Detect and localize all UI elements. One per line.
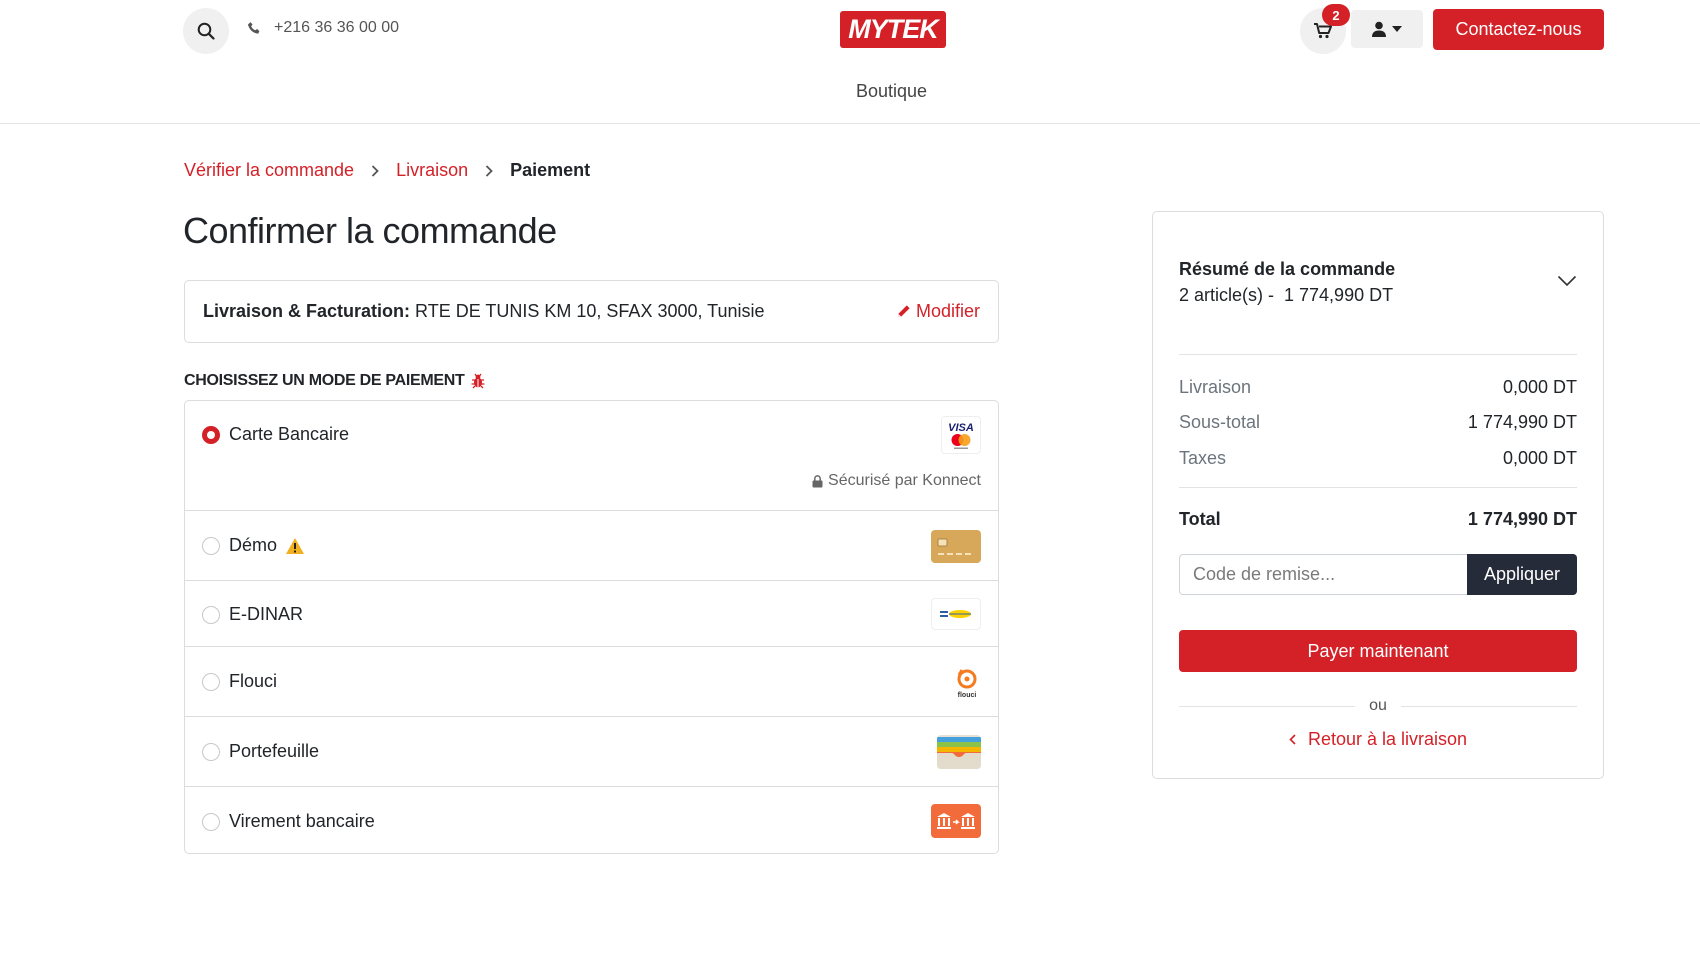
payment-option-carte-bancaire[interactable]: Carte Bancaire VISA Sécurisé par Konnect: [185, 401, 998, 511]
payment-option-edinar[interactable]: E-DINAR: [185, 581, 998, 647]
pay-now-button[interactable]: Payer maintenant: [1179, 630, 1577, 672]
divider: [1179, 705, 1356, 707]
secure-text: Sécurisé par Konnect: [828, 472, 981, 489]
coupon-form: Appliquer: [1179, 554, 1577, 595]
logo-text: MYTEK: [848, 14, 938, 44]
pencil-icon: [898, 305, 910, 317]
divider: [1179, 354, 1577, 355]
breadcrumb-delivery[interactable]: Livraison: [396, 160, 468, 181]
user-icon: [1372, 21, 1386, 37]
row-label: Sous-total: [1179, 412, 1261, 432]
payment-heading: CHOISISSEZ UN MODE DE PAIEMENT: [184, 372, 486, 390]
row-value: 0,000 DT: [1502, 377, 1577, 397]
search-icon: [197, 22, 215, 40]
warning-icon: [286, 537, 305, 554]
payment-option-virement-bancaire[interactable]: Virement bancaire: [185, 787, 998, 855]
account-dropdown[interactable]: [1351, 10, 1423, 48]
divider: [1400, 705, 1578, 707]
wallet-icon: [937, 735, 981, 769]
breadcrumb-payment: Paiement: [510, 160, 591, 180]
page-title: Confirmer la commande: [183, 210, 557, 251]
bug-icon: [471, 373, 485, 389]
payment-label: Virement bancaire: [229, 811, 375, 831]
breadcrumb-review-order[interactable]: Vérifier la commande: [184, 160, 354, 181]
row-value: 1 774,990 DT: [1467, 412, 1577, 432]
bank-transfer-icon: [931, 804, 981, 838]
payment-label: Démo: [229, 535, 305, 556]
chevron-right-icon: [371, 164, 379, 177]
contact-button[interactable]: Contactez-nous: [1433, 9, 1604, 50]
payment-method-list: Carte Bancaire VISA Sécurisé par Konnect…: [184, 400, 999, 854]
total-value: 1 774,990 DT: [1467, 509, 1577, 529]
caret-down-icon: [1392, 26, 1402, 32]
summary-row-subtotal: Sous-total 1 774,990 DT: [1179, 412, 1577, 433]
payment-option-flouci[interactable]: Flouci flouci: [185, 647, 998, 717]
payment-label: Carte Bancaire: [229, 424, 350, 444]
edinar-icon: [931, 598, 981, 630]
modify-label: Modifier: [915, 301, 980, 321]
phone-contact[interactable]: +216 36 36 00 00: [247, 19, 399, 37]
radio-edinar[interactable]: [202, 606, 220, 624]
summary-title: Résumé de la commande: [1179, 259, 1396, 279]
logo[interactable]: MYTEK: [840, 11, 946, 48]
or-text: ou: [1369, 697, 1387, 714]
radio-flouci[interactable]: [202, 673, 220, 691]
search-button[interactable]: [183, 8, 229, 54]
radio-demo[interactable]: [202, 537, 220, 555]
site-header: +216 36 36 00 00 MYTEK Boutique 2 Contac…: [0, 0, 1700, 124]
visa-mastercard-icon: VISA: [941, 416, 981, 454]
summary-total: Total 1 774,990 DT: [1179, 509, 1577, 530]
radio-portefeuille[interactable]: [202, 743, 220, 761]
back-label: Retour à la livraison: [1307, 729, 1468, 749]
back-to-delivery-link[interactable]: Retour à la livraison: [1153, 729, 1603, 750]
cart-count-badge: 2: [1322, 4, 1350, 26]
credit-card-icon: [931, 530, 981, 563]
or-separator: ou: [1179, 697, 1578, 715]
flouci-icon: flouci: [941, 663, 981, 701]
address-label: Livraison & Facturation:: [203, 301, 411, 321]
radio-carte-bancaire[interactable]: [202, 426, 220, 444]
summary-items-total: 2 article(s) - 1 774,990 DT: [1179, 285, 1394, 305]
secure-by-konnect: Sécurisé par Konnect: [812, 472, 981, 490]
nav-boutique[interactable]: Boutique: [856, 81, 927, 102]
chevron-left-icon: [1289, 734, 1296, 745]
order-summary: Résumé de la commande 2 article(s) - 1 7…: [1152, 211, 1604, 779]
phone-icon: [247, 21, 260, 34]
payment-label: Flouci: [229, 671, 278, 691]
row-label: Taxes: [1179, 448, 1227, 468]
row-label: Livraison: [1179, 377, 1252, 397]
payment-label: E-DINAR: [229, 604, 304, 624]
address-value: RTE DE TUNIS KM 10, SFAX 3000, Tunisie: [415, 301, 765, 321]
breadcrumb: Vérifier la commande Livraison Paiement: [184, 160, 590, 181]
discount-code-input[interactable]: [1179, 554, 1467, 595]
summary-row-taxes: Taxes 0,000 DT: [1179, 448, 1577, 469]
divider: [1179, 487, 1577, 488]
chevron-right-icon: [485, 164, 493, 177]
total-label: Total: [1179, 509, 1221, 529]
payment-heading-text: CHOISISSEZ UN MODE DE PAIEMENT: [184, 372, 465, 389]
svg-text:flouci: flouci: [958, 692, 977, 699]
radio-virement-bancaire[interactable]: [202, 813, 220, 831]
payment-option-portefeuille[interactable]: Portefeuille: [185, 717, 998, 787]
row-value: 0,000 DT: [1502, 448, 1577, 468]
payment-label: Portefeuille: [229, 741, 320, 761]
payment-option-demo[interactable]: Démo: [185, 511, 998, 581]
chevron-down-icon[interactable]: [1557, 274, 1577, 292]
modify-address-link[interactable]: Modifier: [896, 301, 980, 322]
phone-number: +216 36 36 00 00: [274, 19, 400, 36]
svg-text:VISA: VISA: [948, 422, 974, 434]
demo-label: Démo: [229, 535, 278, 555]
address-text: Livraison & Facturation: RTE DE TUNIS KM…: [203, 301, 765, 322]
apply-coupon-button[interactable]: Appliquer: [1467, 554, 1577, 595]
summary-row-delivery: Livraison 0,000 DT: [1179, 377, 1577, 398]
lock-icon: [812, 474, 823, 487]
address-card: Livraison & Facturation: RTE DE TUNIS KM…: [184, 280, 999, 343]
